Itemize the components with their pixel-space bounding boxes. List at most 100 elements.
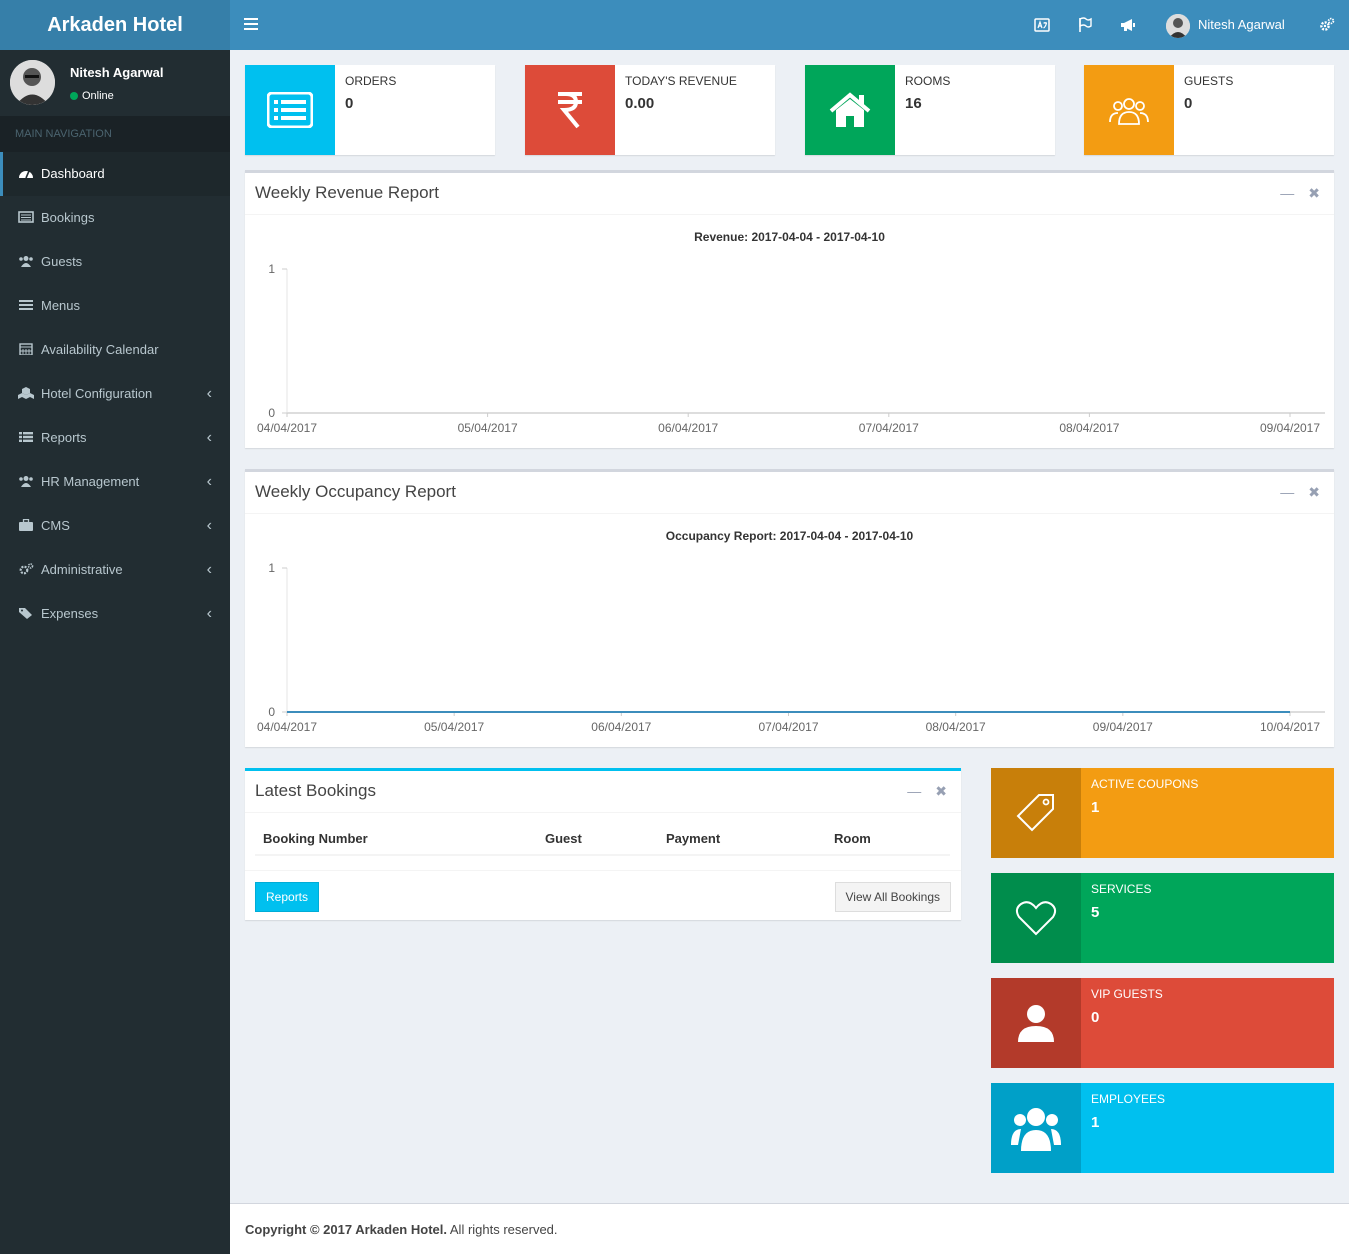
sidebar-item-reports[interactable]: Reports ‹ <box>0 416 230 460</box>
sidebar-item-administrative[interactable]: Administrative ‹ <box>0 548 230 592</box>
view-all-bookings-button[interactable]: View All Bookings <box>834 882 951 912</box>
sidebar-item-expenses[interactable]: Expenses ‹ <box>0 592 230 636</box>
stat-box-value: 1 <box>1091 1114 1100 1131</box>
sidebar-item-hotel-configuration[interactable]: Hotel Configuration ‹ <box>0 372 230 416</box>
tags-icon <box>18 593 34 619</box>
x-tick-label: 04/04/2017 <box>257 720 317 734</box>
sidebar-item-hr-management[interactable]: HR Management ‹ <box>0 460 230 504</box>
sidebar-toggle-icon[interactable] <box>244 18 258 30</box>
stat-box-active-coupons: ACTIVE COUPONS 1 <box>991 768 1334 858</box>
x-tick-label: 05/04/2017 <box>458 421 518 435</box>
reports-button[interactable]: Reports <box>255 882 320 912</box>
info-box-value: 0 <box>1184 95 1193 112</box>
topbar-user-menu[interactable]: Nitesh Agarwal <box>1166 13 1285 38</box>
stat-box-label: VIP GUESTS <box>1091 987 1163 1001</box>
box-header: Latest Bookings — ✖ <box>245 771 961 813</box>
sidebar-item-dashboard[interactable]: Dashboard <box>0 152 230 196</box>
sidebar-item-label: Guests <box>41 254 83 269</box>
sidebar-item-availability-calendar[interactable]: Availability Calendar <box>0 328 230 372</box>
box-header: Weekly Occupancy Report — ✖ <box>245 472 1334 514</box>
box-title: Latest Bookings <box>255 781 376 800</box>
sidebar-item-bookings[interactable]: Bookings <box>0 196 230 240</box>
user-status-label: Online <box>82 90 114 102</box>
home-icon <box>805 65 895 155</box>
copyright-text: Copyright © 2017 Arkaden Hotel. <box>245 1222 447 1237</box>
calendar-icon <box>18 329 34 356</box>
sidebar-item-label: Availability Calendar <box>41 342 159 357</box>
chevron-left-icon: ‹ <box>206 561 212 578</box>
x-tick-label: 09/04/2017 <box>1260 421 1320 435</box>
column-header-guest[interactable]: Guest <box>537 823 658 856</box>
group-icon <box>991 1083 1081 1173</box>
stat-box-services: SERVICES 5 <box>991 873 1334 963</box>
column-header-booking-number[interactable]: Booking Number <box>255 823 537 856</box>
y-tick-label: 1 <box>268 561 275 575</box>
cubes-icon <box>18 373 34 399</box>
sidebar-item-menus[interactable]: Menus <box>0 284 230 328</box>
box-title: Weekly Revenue Report <box>255 183 439 202</box>
close-icon[interactable]: ✖ <box>1308 484 1320 500</box>
box-tools: — ✖ <box>893 783 947 800</box>
stat-box-value: 5 <box>1091 904 1100 921</box>
box-footer: Reports View All Bookings <box>245 870 961 920</box>
sidebar-item-guests[interactable]: Guests <box>0 240 230 284</box>
nav-header: MAIN NAVIGATION <box>0 116 230 152</box>
app-logo[interactable]: Arkaden Hotel <box>0 0 230 50</box>
chart-title: Revenue: 2017-04-04 - 2017-04-10 <box>694 230 885 244</box>
y-tick-label: 1 <box>268 262 275 276</box>
close-icon[interactable]: ✖ <box>1308 185 1320 201</box>
stat-box-value: 1 <box>1091 799 1100 816</box>
chevron-left-icon: ‹ <box>206 429 212 446</box>
sidebar-item-label: Expenses <box>41 606 99 621</box>
collapse-icon[interactable]: — <box>1280 484 1294 500</box>
chevron-left-icon: ‹ <box>206 517 212 534</box>
top-navbar: Nitesh Agarwal <box>230 0 1349 50</box>
column-header-room[interactable]: Room <box>826 823 950 856</box>
column-header-payment[interactable]: Payment <box>658 823 826 856</box>
sidebar-item-label: Reports <box>41 430 87 445</box>
language-icon[interactable] <box>1034 17 1050 33</box>
close-icon[interactable]: ✖ <box>935 783 947 799</box>
settings-gears-icon[interactable] <box>1319 17 1335 33</box>
x-tick-label: 04/04/2017 <box>257 421 317 435</box>
sidebar-item-label: Dashboard <box>41 166 105 181</box>
chevron-left-icon: ‹ <box>206 605 212 622</box>
x-tick-label: 05/04/2017 <box>424 720 484 734</box>
info-box-today-s-revenue: TODAY'S REVENUE 0.00 <box>525 65 775 155</box>
sidebar-item-label: Bookings <box>41 210 95 225</box>
y-tick-label: 0 <box>268 406 275 420</box>
sidebar-item-cms[interactable]: CMS ‹ <box>0 504 230 548</box>
x-tick-label: 08/04/2017 <box>1059 421 1119 435</box>
y-tick-label: 0 <box>268 705 275 719</box>
info-box-label: ROOMS <box>905 74 951 88</box>
box-tools: — ✖ <box>1266 484 1320 501</box>
x-tick-label: 06/04/2017 <box>591 720 651 734</box>
stat-box-employees: EMPLOYEES 1 <box>991 1083 1334 1173</box>
briefcase-icon <box>18 505 34 531</box>
stat-box-vip-guests: VIP GUESTS 0 <box>991 978 1334 1068</box>
collapse-icon[interactable]: — <box>907 783 921 799</box>
collapse-icon[interactable]: — <box>1280 185 1294 201</box>
bullhorn-icon[interactable] <box>1120 17 1136 33</box>
heart-icon <box>991 873 1081 963</box>
table-header-row: Booking Number Guest Payment Room <box>255 823 950 856</box>
stat-box-value: 0 <box>1091 1009 1100 1026</box>
info-box-value: 0.00 <box>625 95 655 112</box>
dashboard-icon <box>18 153 34 179</box>
tag-icon <box>991 768 1081 858</box>
info-box-guests: GUESTS 0 <box>1084 65 1334 155</box>
revenue-chart: 1 004/04/2017 05/04/2017 06/04/2017 07/04/20… <box>257 262 1325 435</box>
sidebar-item-label: Administrative <box>41 562 123 577</box>
sidebar-menu: Dashboard Bookings Guests Menus Availability… <box>0 152 230 636</box>
bookings-table: Booking Number Guest Payment Room <box>255 823 950 856</box>
online-status-icon <box>70 92 78 100</box>
info-box-label: GUESTS <box>1184 74 1234 88</box>
chevron-left-icon: ‹ <box>206 473 212 490</box>
sidebar: Arkaden Hotel Nitesh Agarwal Online MAIN… <box>0 0 230 1254</box>
info-box-orders: ORDERS 0 <box>245 65 495 155</box>
menu-icon <box>18 285 34 310</box>
sidebar-item-label: Menus <box>41 298 81 313</box>
list-alt-icon <box>245 65 335 155</box>
flag-icon[interactable] <box>1077 17 1093 33</box>
list-icon <box>18 417 34 442</box>
